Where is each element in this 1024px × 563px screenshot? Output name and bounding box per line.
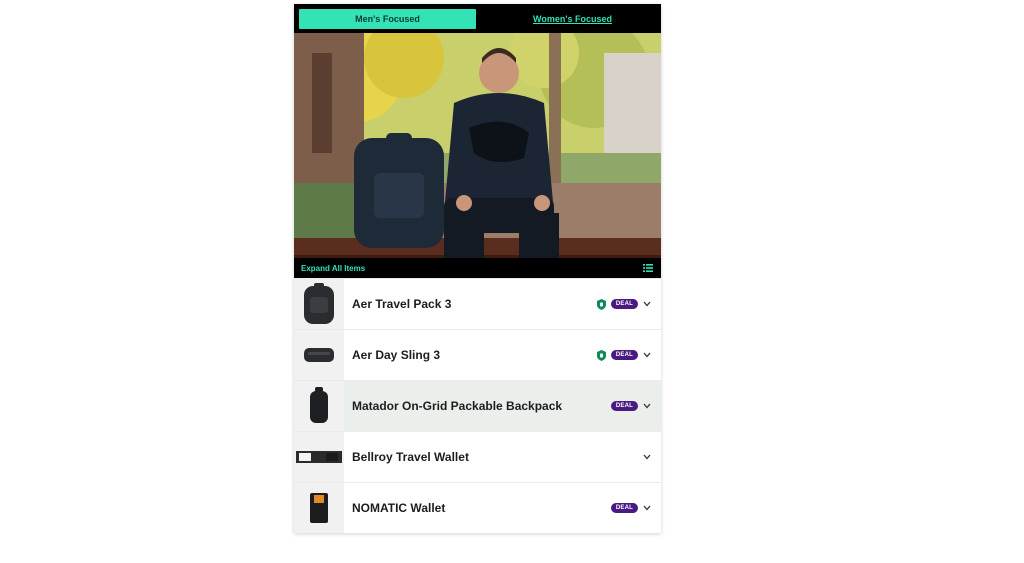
hero-photo: Expand All Items (294, 33, 661, 278)
tab-mens-focused[interactable]: Men's Focused (299, 9, 476, 29)
product-name: Aer Travel Pack 3 (352, 297, 452, 311)
shield-icon (596, 298, 606, 310)
deal-badge: DEAL (610, 401, 638, 411)
product-thumbnail (294, 279, 344, 329)
product-name: Bellroy Travel Wallet (352, 450, 469, 464)
shield-icon (596, 349, 606, 361)
product-name: Aer Day Sling 3 (352, 348, 441, 362)
list-icon[interactable] (643, 264, 653, 272)
hero-footer-bar: Expand All Items (294, 258, 661, 278)
product-thumbnail (294, 330, 344, 380)
product-thumbnail (294, 483, 344, 533)
chevron-down-icon[interactable] (643, 301, 651, 307)
deal-badge: DEAL (610, 299, 638, 309)
product-name: Matador On-Grid Packable Backpack (352, 399, 563, 413)
deal-badge: DEAL (610, 503, 638, 513)
tab-womens-focused[interactable]: Women's Focused (484, 8, 661, 29)
tab-bar: Men's Focused Women's Focused (294, 4, 661, 33)
list-item[interactable]: Aer Day Sling 3 DEAL (294, 329, 661, 380)
list-item[interactable]: NOMATIC Wallet DEAL (294, 482, 661, 533)
product-thumbnail (294, 381, 344, 431)
chevron-down-icon[interactable] (643, 505, 651, 511)
list-item[interactable]: Aer Travel Pack 3 DEAL (294, 278, 661, 329)
list-item[interactable]: Bellroy Travel Wallet (294, 431, 661, 482)
hero-photo-illustration (294, 33, 661, 278)
chevron-down-icon[interactable] (643, 403, 651, 409)
expand-all-items-link[interactable]: Expand All Items (301, 264, 365, 273)
product-name: NOMATIC Wallet (352, 501, 446, 515)
chevron-down-icon[interactable] (643, 352, 651, 358)
wallet-icon (296, 451, 342, 463)
gear-widget: Men's Focused Women's Focused Expand All… (294, 4, 661, 533)
sling-bag-icon (304, 348, 334, 362)
list-item[interactable]: Matador On-Grid Packable Backpack DEAL (294, 380, 661, 431)
card-wallet-icon (310, 493, 328, 523)
product-thumbnail (294, 432, 344, 482)
deal-badge: DEAL (610, 350, 638, 360)
packable-backpack-icon (310, 387, 328, 423)
chevron-down-icon[interactable] (643, 454, 651, 460)
product-list: Aer Travel Pack 3 DEAL Aer Day Sling 3 D… (294, 278, 661, 533)
backpack-icon (304, 283, 334, 324)
